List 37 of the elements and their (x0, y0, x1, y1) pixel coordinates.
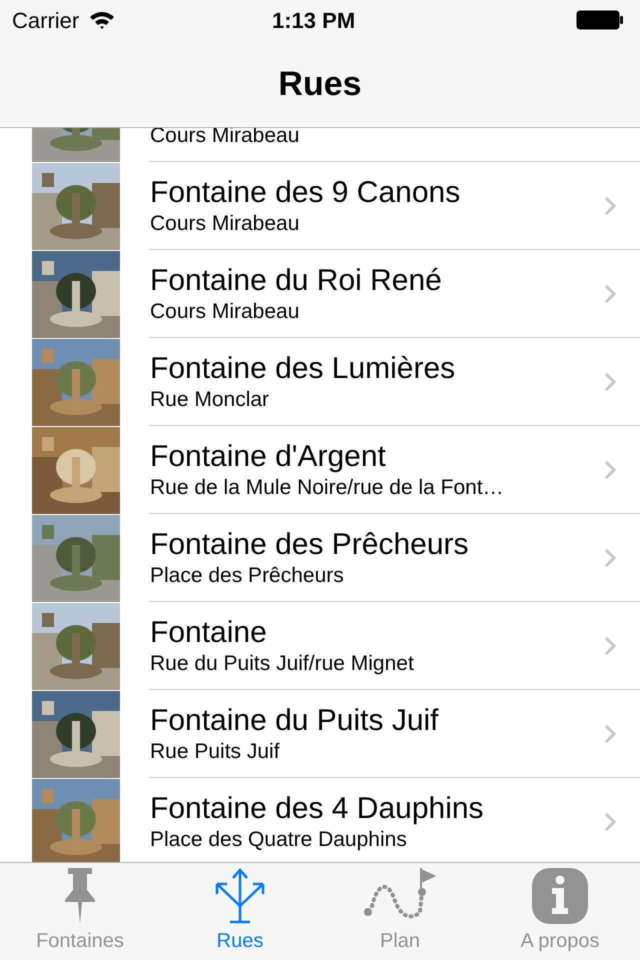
fountain-name: Fontaine des 9 Canons (150, 174, 462, 210)
chevron-icon (604, 372, 616, 392)
fountain-name: Fontaine du Puits Juif (150, 702, 440, 738)
fountain-location: Place des Prêcheurs (150, 562, 345, 588)
tab-bar-item[interactable]: Fontaines (0, 863, 160, 960)
fountain-name: Fontaine d'Argent (150, 438, 387, 474)
chevron-icon (604, 812, 616, 832)
wifi-icon (89, 10, 116, 30)
chevron-icon (604, 548, 616, 568)
fountain-location: Rue Puits Juif (150, 738, 281, 764)
fountain-name: Fontaine du Roi René (150, 262, 443, 298)
info-icon (532, 868, 588, 924)
fountain-location: Place des Quatre Dauphins (150, 826, 408, 852)
chevron-icon (604, 724, 616, 744)
chevron-icon (604, 284, 616, 304)
time-label: 1:13 PM (272, 6, 356, 34)
tab-bar-item[interactable]: Rues (160, 863, 320, 960)
fountain-name: Fontaine des Lumières (150, 350, 456, 386)
chevron-icon (604, 636, 616, 656)
battery-icon (576, 10, 624, 30)
branching-arrows-icon (215, 868, 265, 924)
fountain-location: Rue de la Mule Noire/rue de la Font… (150, 474, 505, 500)
fountain-location: Rue du Puits Juif/rue Mignet (150, 650, 415, 676)
chevron-icon (604, 460, 616, 480)
pushpin-icon (65, 868, 95, 924)
fountain-name: Fontaine (150, 614, 268, 650)
fountain-name: Fontaine des 4 Dauphins (150, 790, 485, 826)
carrier-label: Carrier (12, 6, 80, 34)
fountain-name: Fontaine des Prêcheurs (150, 526, 470, 562)
tab-bar-item[interactable]: Plan (320, 863, 480, 960)
fountain-location: Cours Mirabeau (150, 210, 300, 236)
fountain-location: Rue Monclar (150, 386, 270, 412)
tab-bar-item[interactable]: A propos (480, 863, 640, 960)
screen-title: Rues (278, 64, 362, 104)
chevron-icon (604, 196, 616, 216)
fountain-location: Cours Mirabeau (150, 298, 300, 324)
fountain-location: Cours Mirabeau (150, 122, 300, 148)
